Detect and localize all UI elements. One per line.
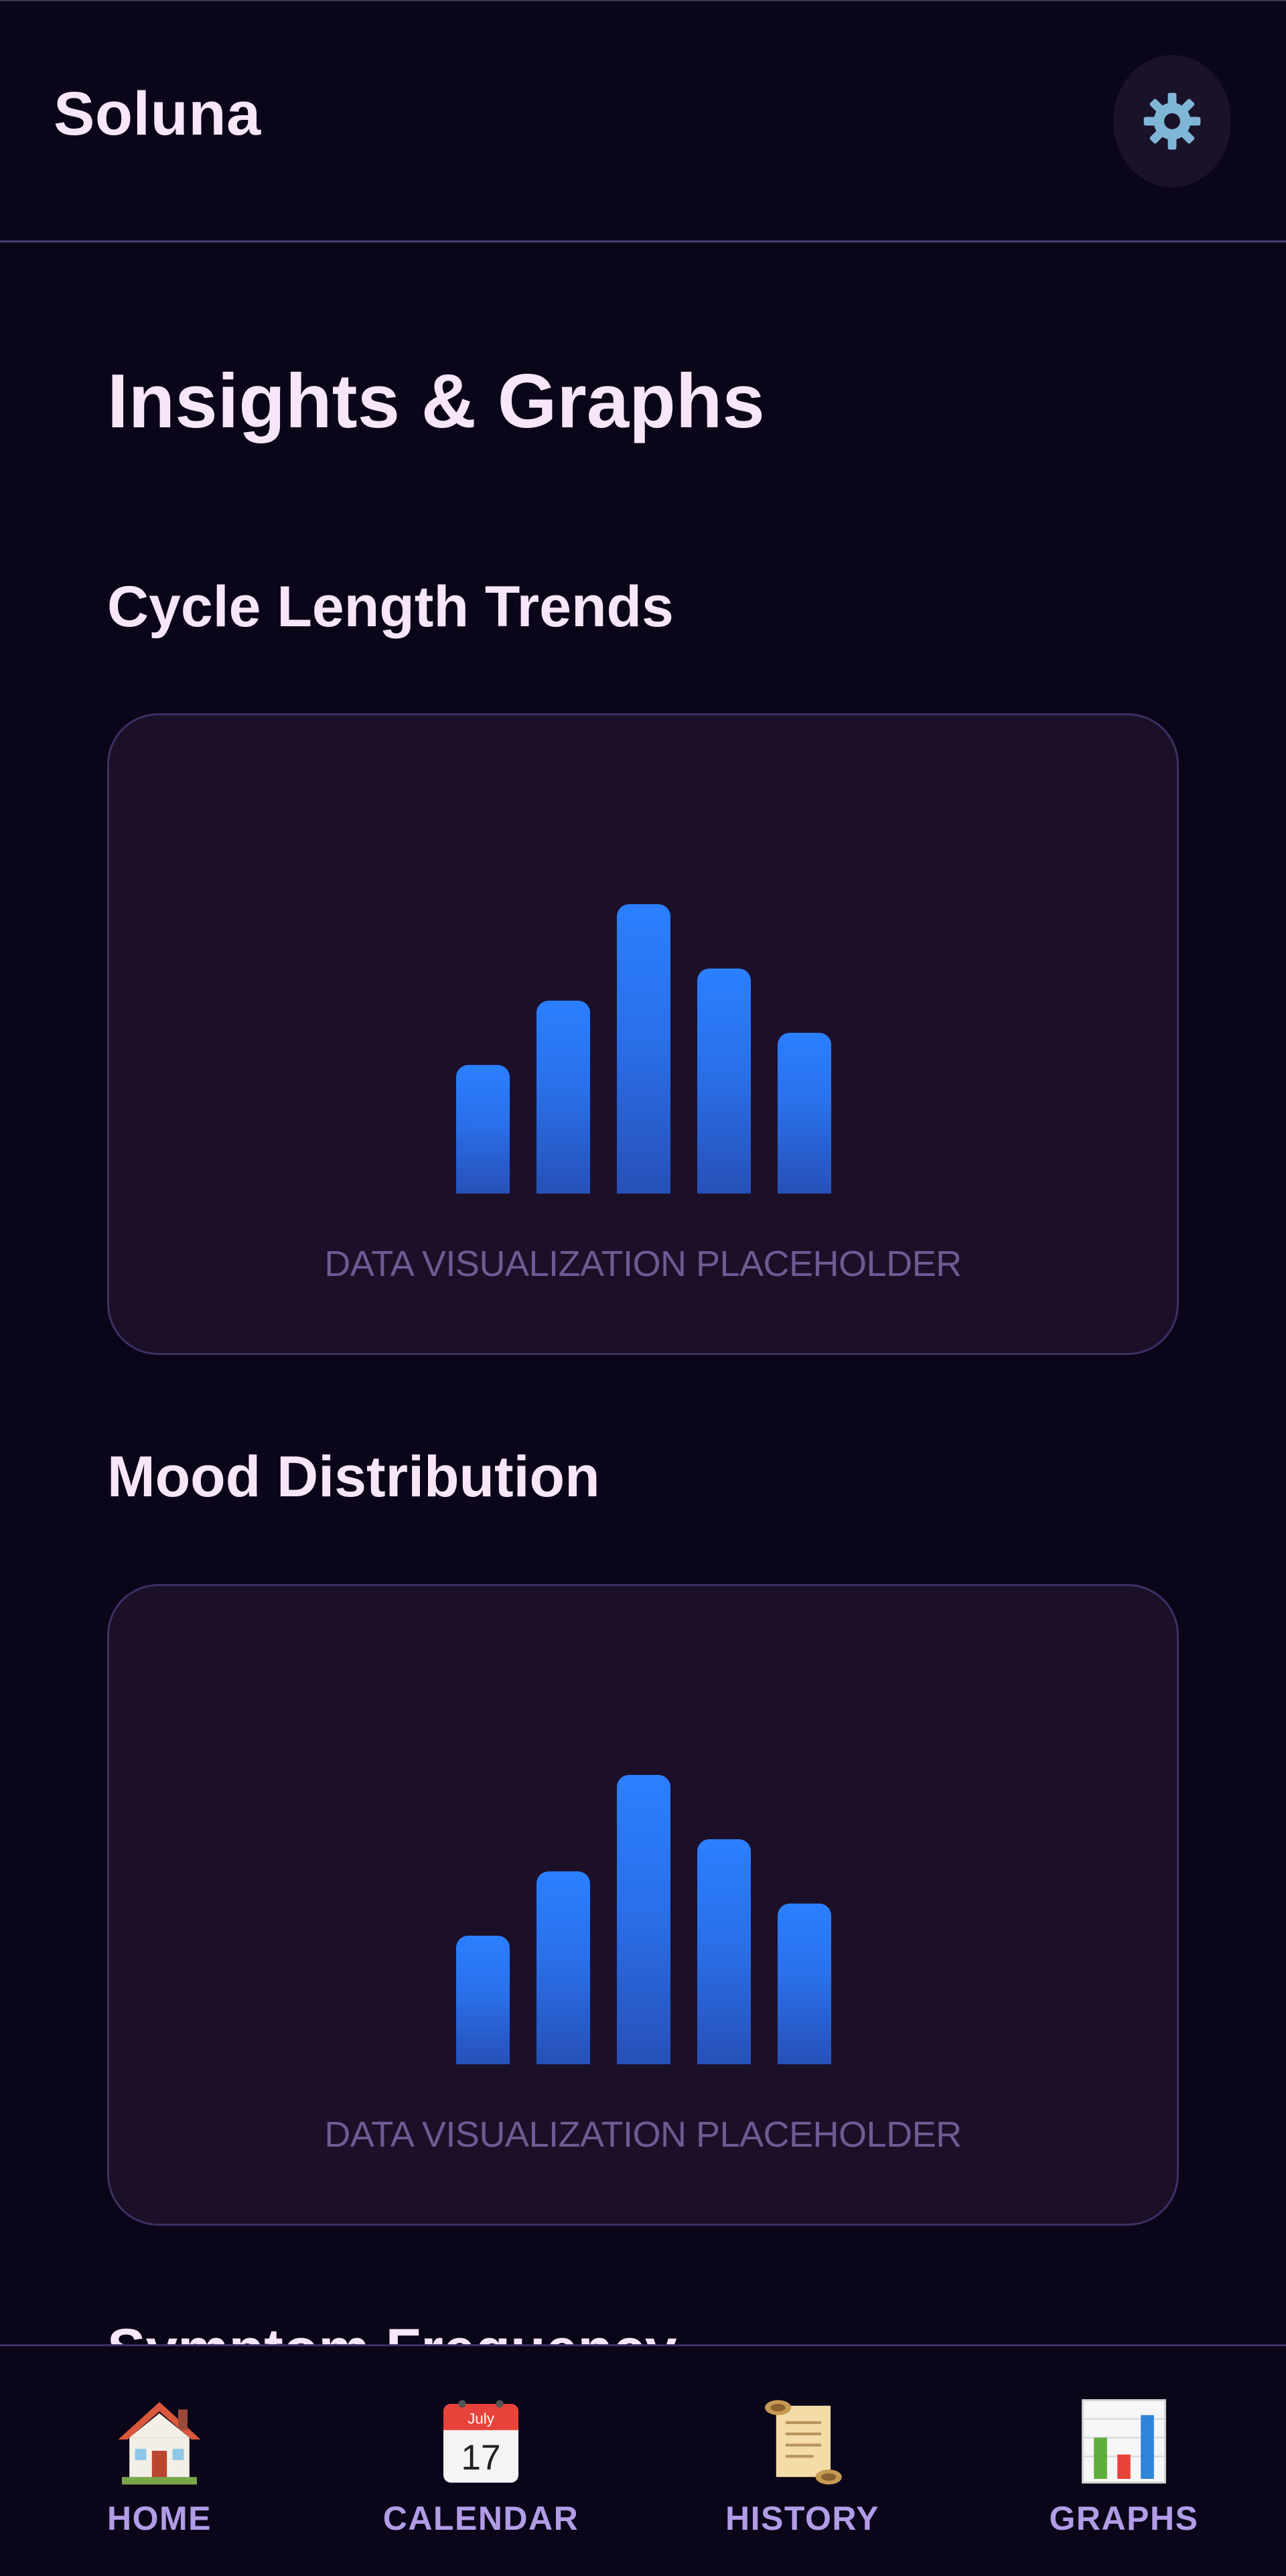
- nav-label-calendar: CALENDAR: [382, 2500, 579, 2537]
- chart-bar: [456, 1065, 510, 1194]
- app-header: Soluna: [0, 1, 1286, 242]
- chart-bar: [697, 969, 751, 1194]
- bar-chart-icon: [1082, 2399, 1166, 2484]
- section-title-mood-distribution: Mood Distribution: [107, 1445, 600, 1509]
- page-title: Insights & Graphs: [107, 359, 765, 444]
- bar-chart-mood-distribution: [456, 1775, 833, 2064]
- bar-chart-cycle-length: [456, 904, 833, 1194]
- chart-bar: [697, 1839, 751, 2064]
- section-title-symptom-frequency: Symptom Frequency: [107, 2321, 677, 2344]
- chart-bar: [537, 1001, 590, 1194]
- calendar-icon-day: 17: [461, 2438, 500, 2478]
- nav-label-home: HOME: [107, 2500, 212, 2537]
- chart-bar: [456, 1936, 510, 2064]
- chart-bar: [617, 904, 670, 1194]
- house-icon: [118, 2402, 201, 2485]
- chart-bar: [617, 1775, 670, 2064]
- nav-item-home[interactable]: HOME: [46, 2346, 273, 2576]
- bottom-navigation: HOME July 17 CALENDAR HISTORY GRAPHS: [0, 2344, 1286, 2576]
- nav-item-graphs[interactable]: GRAPHS: [1010, 2346, 1238, 2576]
- scroll-icon: [765, 2400, 842, 2485]
- chart-card-mood-distribution: DATA VISUALIZATION PLACEHOLDER: [107, 1584, 1179, 2226]
- gear-icon: [1143, 92, 1201, 150]
- app-root: Soluna Insights & Graphs Cycle Length Tr…: [0, 0, 1286, 2576]
- app-title: Soluna: [54, 80, 261, 148]
- main-content: Insights & Graphs Cycle Length Trends DA…: [0, 244, 1286, 2344]
- nav-label-graphs: GRAPHS: [1049, 2500, 1199, 2537]
- chart-bar: [778, 1904, 831, 2064]
- nav-item-history[interactable]: HISTORY: [689, 2346, 916, 2576]
- chart-placeholder-label: DATA VISUALIZATION PLACEHOLDER: [324, 1244, 962, 1284]
- settings-button[interactable]: [1113, 55, 1231, 188]
- calendar-icon: July 17: [443, 2400, 518, 2483]
- chart-bar: [537, 1871, 590, 2064]
- calendar-icon-month: July: [468, 2410, 495, 2427]
- nav-item-calendar[interactable]: July 17 CALENDAR: [367, 2346, 595, 2576]
- chart-bar: [778, 1033, 831, 1194]
- chart-placeholder-label: DATA VISUALIZATION PLACEHOLDER: [324, 2115, 962, 2155]
- chart-card-cycle-length: DATA VISUALIZATION PLACEHOLDER: [107, 713, 1179, 1355]
- nav-label-history: HISTORY: [725, 2500, 879, 2537]
- section-title-cycle-length: Cycle Length Trends: [107, 575, 674, 639]
